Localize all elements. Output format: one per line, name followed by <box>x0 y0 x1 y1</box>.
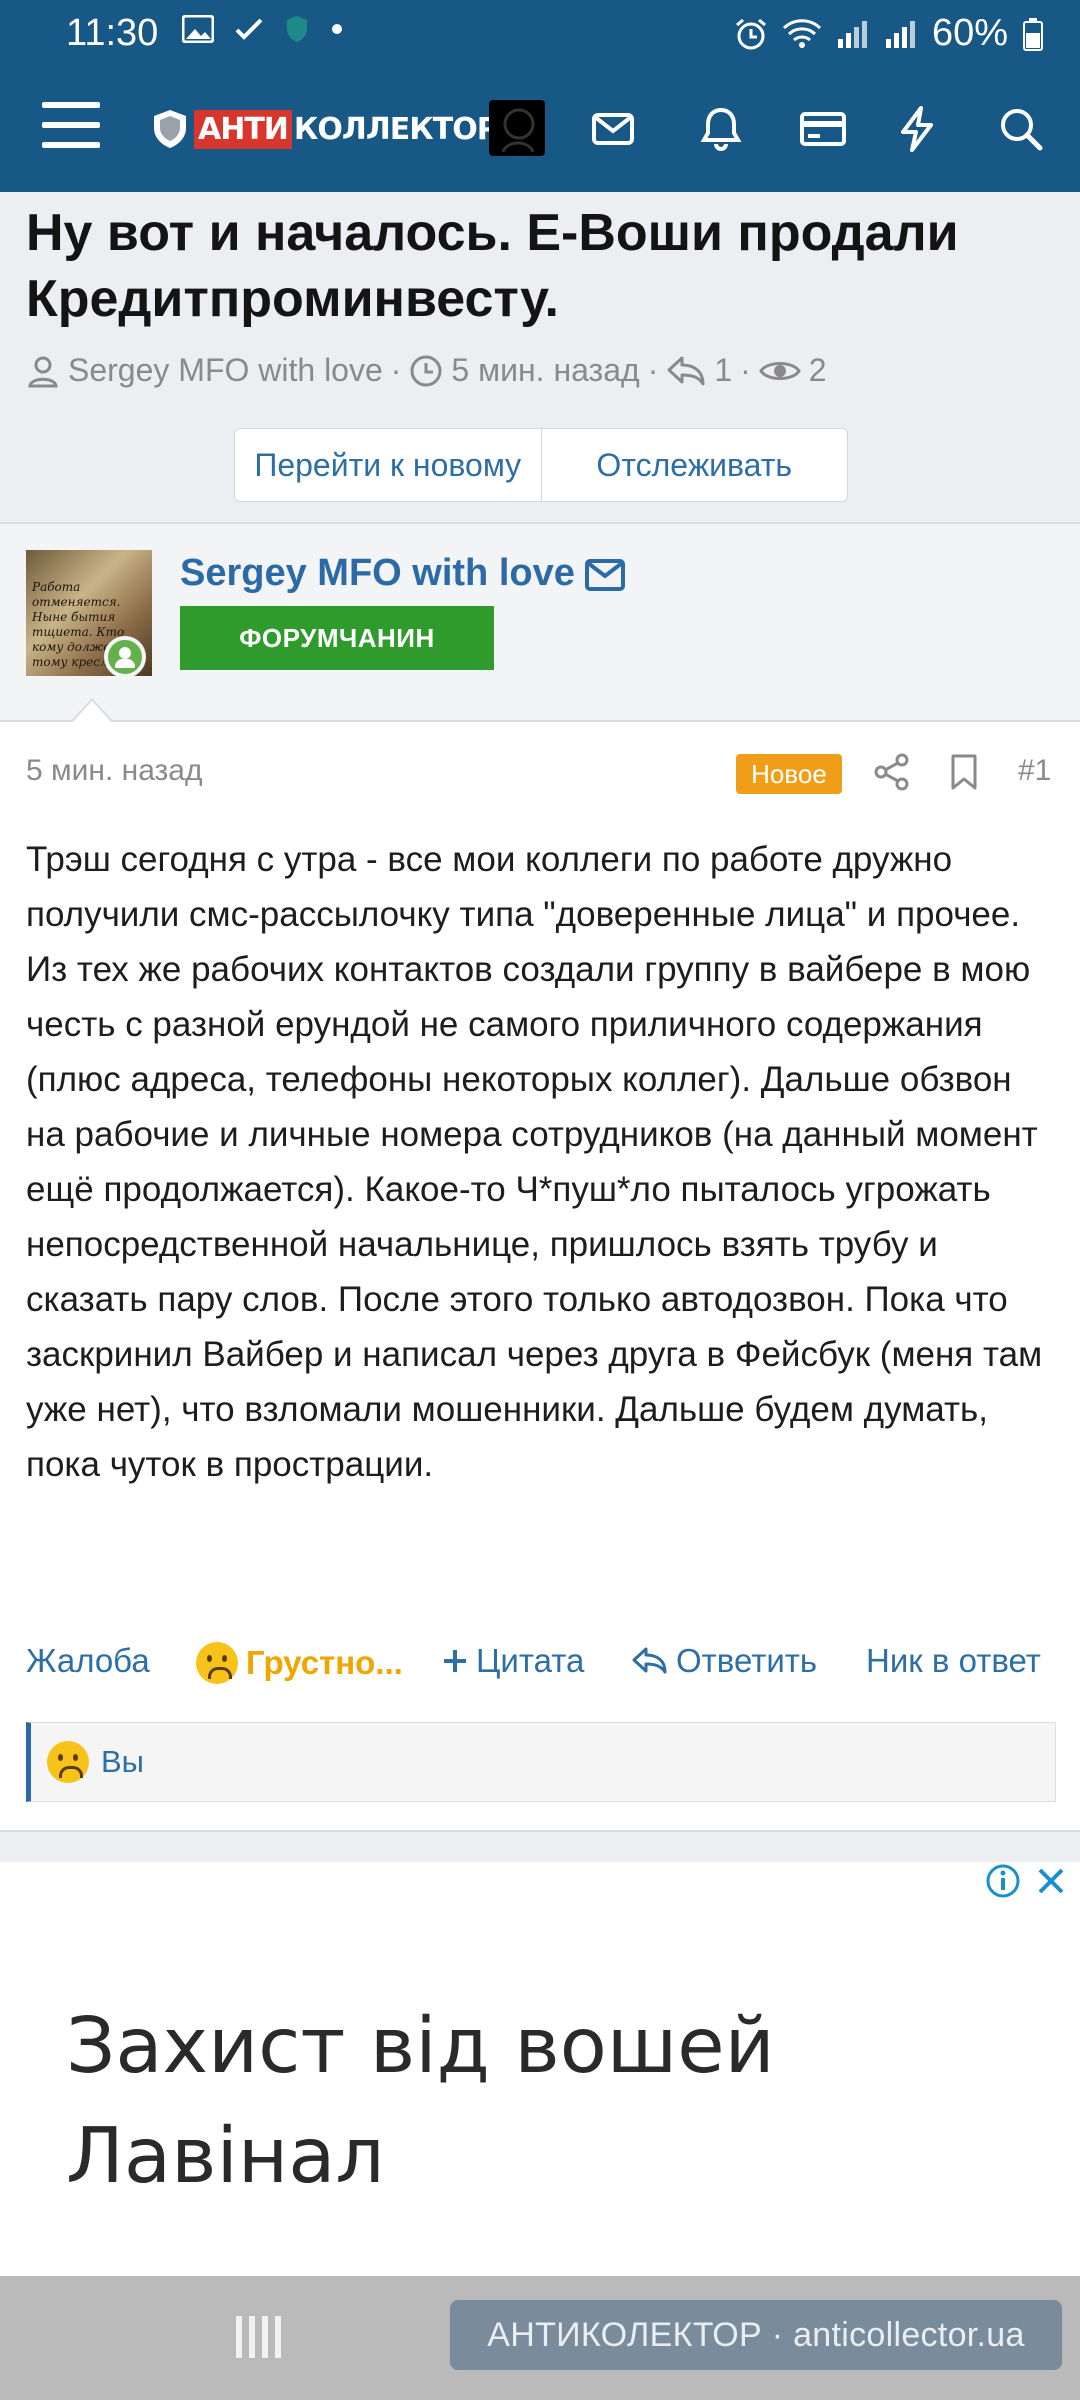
user-rank-badge: ФОРУМЧАНИН <box>180 606 494 670</box>
logo-text-part2: КОЛЛЕКТОР <box>293 111 499 147</box>
user-icon <box>28 356 58 387</box>
replies-count: 1 <box>714 352 733 388</box>
shield-status-icon <box>287 16 307 42</box>
quote-link[interactable]: Цитата <box>442 1642 584 1680</box>
ad-title[interactable]: Захист від вошей Лавінал <box>66 1992 1026 2212</box>
mail-icon[interactable] <box>588 104 638 154</box>
sad-emoji-icon <box>196 1642 238 1684</box>
reactions-users[interactable]: Вы <box>101 1744 144 1780</box>
post-body: Трэш сегодня с утра - все мои коллеги по… <box>26 840 1043 1484</box>
recent-apps-icon[interactable] <box>236 2316 281 2358</box>
battery-icon <box>1023 17 1043 51</box>
header: 11:30 60% АНТИ КОЛЛЕКТОР <box>0 0 1080 192</box>
message-user-icon[interactable] <box>584 558 626 592</box>
meta-separator: · <box>740 352 751 388</box>
bell-icon[interactable] <box>696 104 746 154</box>
site-logo[interactable]: АНТИ КОЛЛЕКТОР <box>150 106 499 152</box>
reply-link[interactable]: Ответить <box>632 1642 817 1680</box>
avatar[interactable] <box>489 100 545 156</box>
signal-icon <box>837 20 867 48</box>
thread-time[interactable]: 5 мин. назад <box>451 352 639 389</box>
quote-label: Цитата <box>476 1642 585 1679</box>
reply-label: Ответить <box>676 1642 818 1679</box>
gallery-icon <box>182 15 214 43</box>
mention-link[interactable]: Ник в ответ <box>866 1642 1041 1680</box>
thread-header: Ну вот и началось. Е-Воши продали Кредит… <box>0 192 1080 522</box>
lightning-icon[interactable] <box>892 104 942 154</box>
wifi-icon <box>782 18 821 48</box>
alarm-icon <box>735 18 766 49</box>
plus-icon <box>444 1650 466 1672</box>
eye-icon <box>759 361 801 380</box>
post: 5 мин. назад Новое #1 Трэш сегодня с утр… <box>0 722 1080 1832</box>
avatar-silhouette-icon <box>501 108 535 153</box>
bookmark-icon[interactable] <box>944 752 984 792</box>
reply-arrow-icon <box>667 356 705 385</box>
battery-percent: 60% <box>931 12 1008 54</box>
thread-buttons: Перейти к новому Отслеживать <box>234 428 848 502</box>
clock-icon <box>410 355 442 386</box>
close-icon[interactable] <box>1032 1862 1070 1900</box>
reaction-link[interactable]: Грустно... <box>196 1642 403 1684</box>
check-icon <box>235 18 263 40</box>
search-icon[interactable] <box>996 104 1046 154</box>
menu-icon[interactable] <box>42 102 100 156</box>
post-author-block: Работа отменяется. Ныне бытия тщиета. Кт… <box>0 524 1080 722</box>
views-count: 2 <box>808 352 827 388</box>
online-status-icon <box>104 636 146 678</box>
thread-author[interactable]: Sergey MFO with love <box>68 352 383 389</box>
watermark: АНТИКОЛЕКТОР · anticollector.ua <box>450 2300 1062 2370</box>
card-icon[interactable] <box>798 104 848 154</box>
info-icon[interactable] <box>984 1862 1022 1900</box>
reaction-label: Грустно... <box>246 1644 403 1681</box>
share-icon[interactable] <box>872 752 912 792</box>
meta-separator: · <box>390 352 402 388</box>
signal-icon-2 <box>885 20 915 48</box>
ad-controls <box>984 1862 1070 1900</box>
post-username[interactable]: Sergey MFO with love <box>180 552 575 595</box>
goto-new-button[interactable]: Перейти к новому <box>235 429 541 501</box>
logo-text-part1: АНТИ <box>194 109 292 149</box>
thread-meta: Sergey MFO with love · 5 мин. назад · 1 … <box>26 352 827 389</box>
dot-icon <box>332 24 342 34</box>
logo-shield-icon <box>154 110 186 148</box>
app-bar: АНТИ КОЛЛЕКТОР <box>0 66 1080 192</box>
author-pointer <box>68 698 116 725</box>
thread-title: Ну вот и началось. Е-Воши продали Кредит… <box>26 204 959 328</box>
status-bar: 11:30 60% <box>0 0 1080 66</box>
new-badge: Новое <box>736 754 842 794</box>
watch-button[interactable]: Отслеживать <box>540 429 848 501</box>
status-time: 11:30 <box>66 12 159 54</box>
post-time[interactable]: 5 мин. назад <box>26 754 203 788</box>
sad-emoji-icon <box>47 1741 89 1783</box>
report-link[interactable]: Жалоба <box>26 1642 150 1680</box>
post-actions: Жалоба Грустно... Цитата Ответить Ник в … <box>0 1642 1080 1702</box>
reply-icon <box>632 1647 667 1674</box>
mention-label: Ник в ответ <box>866 1642 1041 1679</box>
post-number[interactable]: #1 <box>1018 754 1051 788</box>
report-label: Жалоба <box>26 1642 150 1679</box>
reactions-bar[interactable]: Вы <box>26 1722 1056 1802</box>
meta-separator: · <box>647 352 659 388</box>
